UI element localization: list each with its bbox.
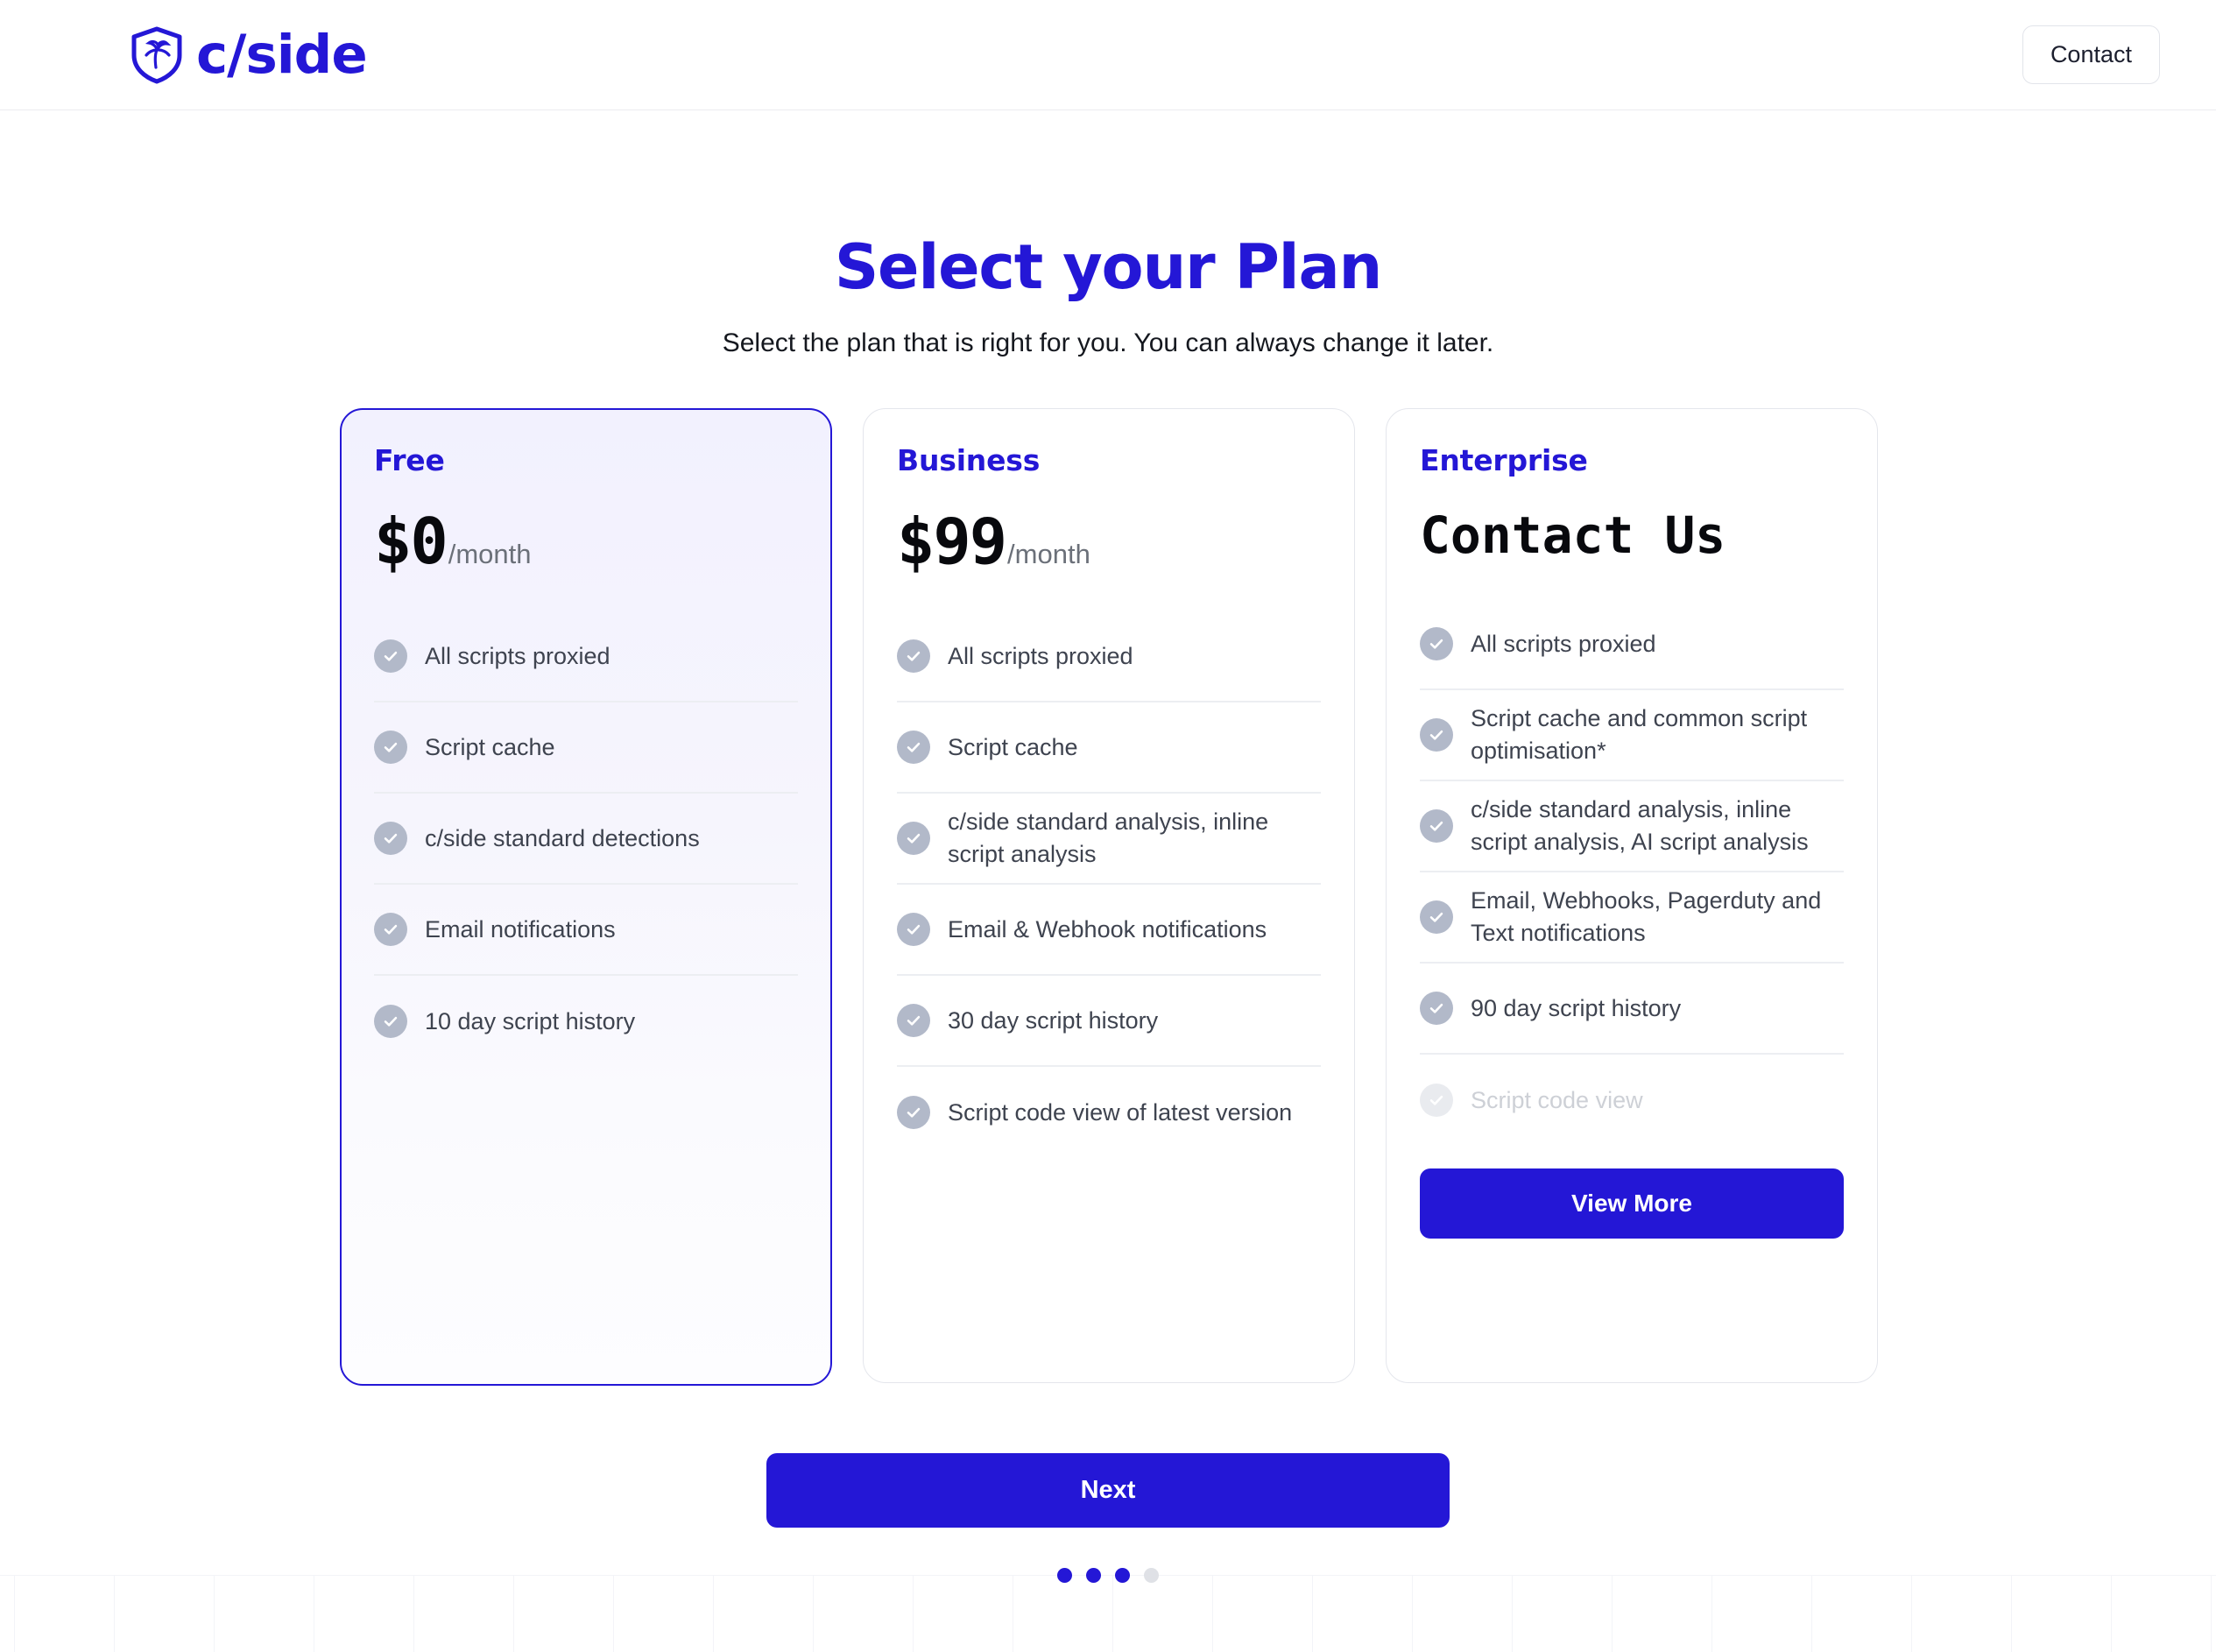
check-icon: [1420, 718, 1453, 752]
plan-card-business[interactable]: Business $99/month All scripts proxied Scri…: [863, 408, 1355, 1383]
plan-feature-row: c/side standard analysis, inline script …: [897, 794, 1321, 885]
plan-feature-row: Email notifications: [374, 885, 798, 976]
check-icon: [897, 639, 930, 673]
plan-price-amount: $0: [374, 505, 448, 578]
page-subtitle: Select the plan that is right for you. Y…: [722, 328, 1494, 357]
check-icon: [1420, 900, 1453, 934]
pagination-dot[interactable]: [1115, 1568, 1130, 1583]
plan-feature-label: 10 day script history: [425, 1007, 636, 1034]
pagination-dot[interactable]: [1144, 1568, 1159, 1583]
plan-feature-label: Script cache: [425, 733, 555, 760]
check-icon: [897, 913, 930, 946]
check-icon: [1420, 992, 1453, 1025]
plan-price: $0/month: [374, 510, 798, 573]
plan-feature-row: Email & Webhook notifications: [897, 885, 1321, 976]
view-more-button[interactable]: View More: [1420, 1168, 1844, 1239]
plan-card-enterprise[interactable]: Enterprise Contact Us All scripts proxied S…: [1386, 408, 1878, 1383]
plan-feature-label: Script code view of latest version: [948, 1098, 1293, 1126]
check-icon: [1420, 809, 1453, 843]
plan-feature-row: Script code view of latest version: [897, 1067, 1321, 1158]
plan-name: Enterprise: [1420, 443, 1588, 477]
plan-feature-row: Script cache: [374, 702, 798, 794]
plan-feature-list: All scripts proxied Script cache and comm…: [1420, 599, 1844, 1146]
plan-feature-row: Script cache: [897, 702, 1321, 794]
brand-logo[interactable]: c/side: [130, 24, 368, 86]
plan-feature-row: 30 day script history: [897, 976, 1321, 1067]
pagination-dots: [0, 1568, 2216, 1583]
plan-feature-row: All scripts proxied: [897, 611, 1321, 702]
check-icon: [374, 731, 407, 764]
next-button[interactable]: Next: [766, 1453, 1450, 1528]
check-icon: [897, 822, 930, 855]
plan-feature-row: Email, Webhooks, Pagerduty and Text noti…: [1420, 872, 1844, 964]
plan-feature-row: c/side standard detections: [374, 794, 798, 885]
plan-feature-row: All scripts proxied: [374, 611, 798, 702]
plan-feature-label: Email & Webhook notifications: [948, 915, 1267, 942]
plan-feature-label: All scripts proxied: [1471, 630, 1656, 657]
plan-feature-label: Email notifications: [425, 915, 616, 942]
plan-feature-label: Script cache and common script optimisat…: [1471, 705, 1808, 764]
plan-name: Business: [897, 443, 1041, 477]
check-icon: [374, 1005, 407, 1038]
check-icon: [374, 913, 407, 946]
pagination-dot[interactable]: [1057, 1568, 1072, 1583]
plan-feature-row: c/side standard analysis, inline script …: [1420, 781, 1844, 872]
plan-feature-label: c/side standard detections: [425, 824, 700, 851]
plan-feature-label: Script code view: [1471, 1086, 1643, 1113]
hero-section: Select your Plan Select the plan that is…: [0, 231, 2216, 360]
plan-price: $99/month: [897, 510, 1321, 573]
check-icon: [374, 822, 407, 855]
plan-feature-label: 30 day script history: [948, 1006, 1159, 1034]
plan-name: Free: [374, 443, 445, 477]
page-title: Select your Plan: [834, 231, 1383, 303]
plan-feature-label: 90 day script history: [1471, 994, 1682, 1021]
plan-feature-list: All scripts proxied Script cache c/side st…: [374, 611, 798, 1067]
plan-feature-row: All scripts proxied: [1420, 599, 1844, 690]
brand-name: c/side: [196, 24, 368, 86]
plan-feature-row: Script cache and common script optimisat…: [1420, 690, 1844, 781]
plan-feature-row: Script code view: [1420, 1055, 1844, 1146]
contact-button[interactable]: Contact: [2022, 25, 2160, 85]
app-header: c/side Contact: [0, 0, 2216, 110]
plan-feature-row: 10 day script history: [374, 976, 798, 1067]
plan-feature-label: Script cache: [948, 733, 1078, 760]
plan-feature-label: All scripts proxied: [425, 642, 610, 669]
check-icon: [374, 639, 407, 673]
plan-feature-label: c/side standard analysis, inline script …: [1471, 796, 1809, 855]
check-icon: [1420, 627, 1453, 660]
check-icon: [897, 1096, 930, 1129]
plan-price-period: /month: [448, 539, 532, 569]
plan-card-list: Free $0/month All scripts proxied Script ca…: [340, 408, 1880, 1386]
plan-price-period: /month: [1007, 539, 1090, 569]
plan-price-amount: $99: [897, 505, 1007, 578]
plan-price-amount: Contact Us: [1420, 505, 1726, 565]
plan-feature-label: All scripts proxied: [948, 642, 1133, 669]
plan-feature-label: c/side standard analysis, inline script …: [948, 808, 1269, 867]
shield-palm-icon: [130, 26, 184, 84]
check-icon: [897, 731, 930, 764]
plan-price: Contact Us: [1420, 510, 1844, 561]
background-grid-decoration: [0, 1575, 2216, 1652]
plan-feature-label: Email, Webhooks, Pagerduty and Text noti…: [1471, 887, 1822, 946]
pricing-page: c/side Contact Select your Plan Select t…: [0, 0, 2216, 1652]
check-icon: [897, 1004, 930, 1037]
plan-feature-row: 90 day script history: [1420, 964, 1844, 1055]
plan-card-free[interactable]: Free $0/month All scripts proxied Script ca…: [340, 408, 832, 1386]
plan-feature-list: All scripts proxied Script cache c/side st…: [897, 611, 1321, 1158]
pagination-dot[interactable]: [1086, 1568, 1101, 1583]
check-icon: [1420, 1084, 1453, 1117]
